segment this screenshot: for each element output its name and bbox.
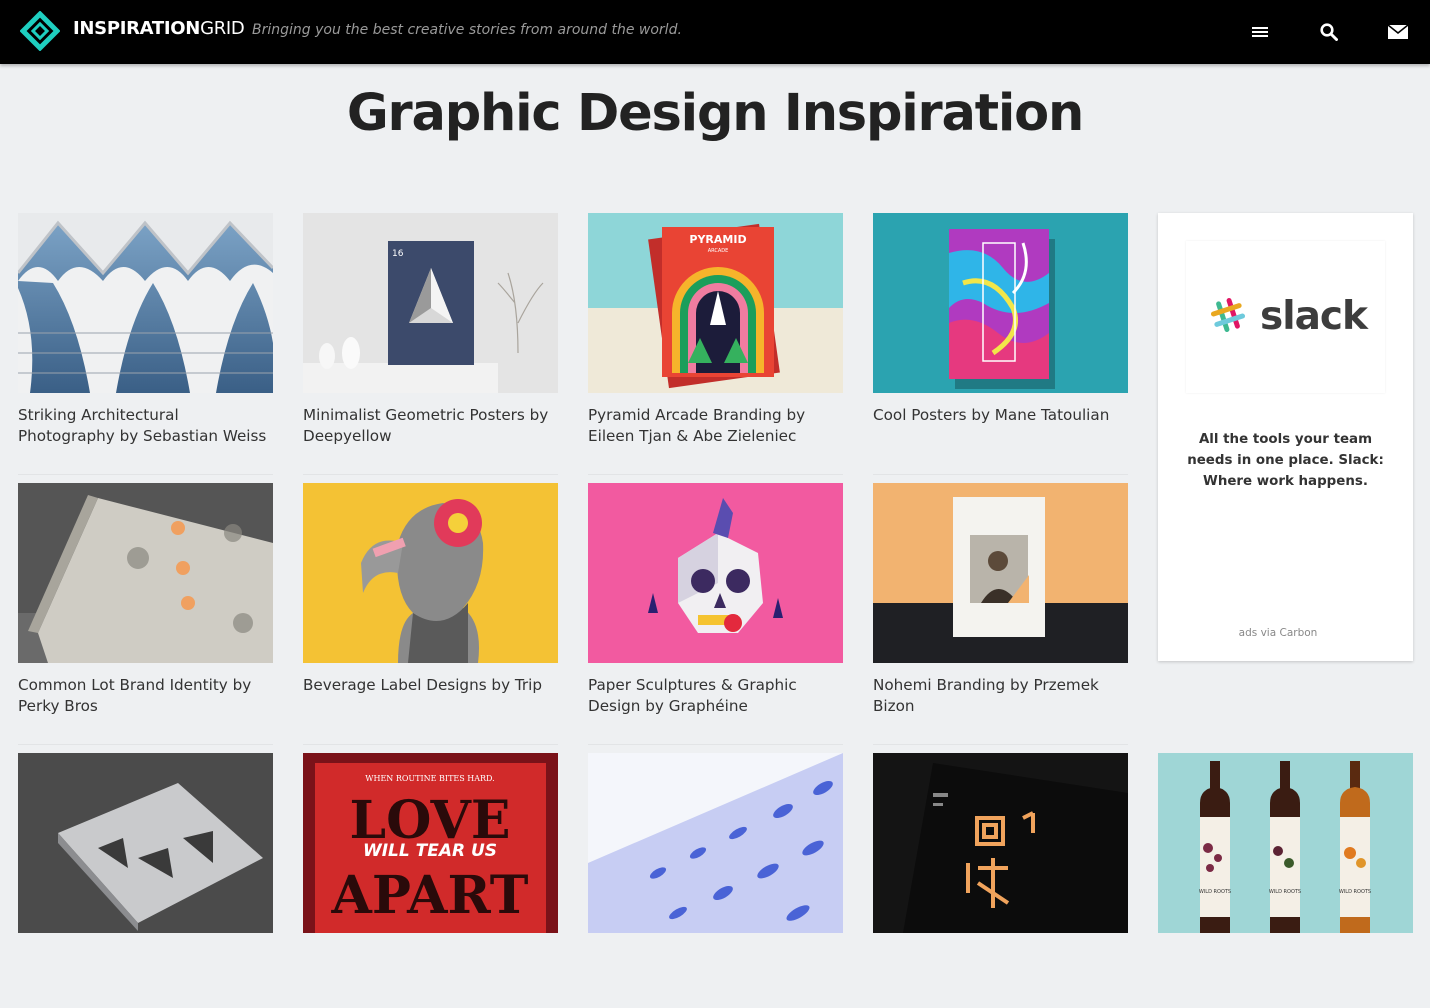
article-title[interactable] xyxy=(588,945,843,1008)
article-thumbnail[interactable]: 16 xyxy=(303,213,558,393)
card-divider xyxy=(588,474,843,475)
article-card[interactable] xyxy=(18,753,273,1008)
slack-logo-icon: slack xyxy=(1210,294,1370,339)
bottle-label: WILD ROOTS xyxy=(1199,889,1231,895)
menu-icon[interactable] xyxy=(1246,18,1274,46)
article-title[interactable]: Striking Architectural Photography by Se… xyxy=(18,405,273,468)
pyramid-subtitle: ARCADE xyxy=(708,248,729,254)
card-divider xyxy=(588,744,843,745)
article-thumbnail[interactable] xyxy=(18,483,273,663)
love-apart: APART xyxy=(330,865,528,926)
article-thumbnail[interactable] xyxy=(303,483,558,663)
article-thumbnail[interactable]: WHEN ROUTINE BITES HARD. LOVE WILL TEAR … xyxy=(303,753,558,933)
article-card[interactable]: PYRAMID ARCADE Pyramid Arcade Branding b… xyxy=(588,213,843,475)
card-divider xyxy=(873,474,1128,475)
article-card[interactable] xyxy=(873,753,1128,1008)
article-thumbnail[interactable] xyxy=(588,753,843,933)
article-card[interactable]: Common Lot Brand Identity by Perky Bros xyxy=(18,483,273,745)
slack-wordmark: slack xyxy=(1260,294,1369,339)
article-title[interactable]: Paper Sculptures & Graphic Design by Gra… xyxy=(588,675,843,738)
article-card[interactable]: Paper Sculptures & Graphic Design by Gra… xyxy=(588,483,843,745)
brand-wordmark[interactable]: INSPIRATIONGRID xyxy=(73,18,245,39)
search-icon[interactable] xyxy=(1315,18,1343,46)
inspirationgrid-logo-icon[interactable] xyxy=(20,11,60,51)
card-divider xyxy=(303,474,558,475)
article-card[interactable] xyxy=(588,753,843,1008)
article-card[interactable]: Striking Architectural Photography by Se… xyxy=(18,213,273,475)
article-title[interactable] xyxy=(303,945,558,1008)
carbon-ad[interactable]: slack All the tools your team needs in o… xyxy=(1158,213,1413,661)
card-divider xyxy=(18,474,273,475)
mail-icon[interactable] xyxy=(1384,18,1412,46)
article-title[interactable]: Cool Posters by Mane Tatoulian xyxy=(873,405,1128,468)
site-tagline: Bringing you the best creative stories f… xyxy=(252,22,682,38)
article-title[interactable]: Minimalist Geometric Posters by Deepyell… xyxy=(303,405,558,468)
article-thumbnail[interactable]: PYRAMID ARCADE xyxy=(588,213,843,393)
article-card[interactable]: Cool Posters by Mane Tatoulian xyxy=(873,213,1128,475)
article-title[interactable]: Nohemi Branding by Przemek Bizon xyxy=(873,675,1128,738)
love-middle: WILL TEAR US xyxy=(363,841,497,861)
card-divider xyxy=(18,744,273,745)
bottle-label: WILD ROOTS xyxy=(1269,889,1301,895)
article-thumbnail[interactable] xyxy=(588,483,843,663)
bottle-label: WILD ROOTS xyxy=(1339,889,1371,895)
article-thumbnail[interactable] xyxy=(18,213,273,393)
ad-logo-box[interactable]: slack xyxy=(1186,241,1385,393)
article-title[interactable]: Beverage Label Designs by Trip xyxy=(303,675,558,738)
ad-text[interactable]: All the tools your team needs in one pla… xyxy=(1178,429,1393,492)
ads-via-carbon-link[interactable]: ads via Carbon xyxy=(1158,627,1398,639)
article-thumbnail[interactable] xyxy=(873,213,1128,393)
brand-light: GRID xyxy=(200,18,245,39)
article-title[interactable]: Pyramid Arcade Branding by Eileen Tjan &… xyxy=(588,405,843,468)
top-navigation-bar: INSPIRATIONGRID Bringing you the best cr… xyxy=(0,0,1430,64)
article-thumbnail[interactable] xyxy=(873,753,1128,933)
article-thumbnail[interactable] xyxy=(18,753,273,933)
article-title[interactable]: Common Lot Brand Identity by Perky Bros xyxy=(18,675,273,738)
article-title[interactable] xyxy=(873,945,1128,1008)
article-thumbnail[interactable]: WILD ROOTS WILD ROOTS WILD ROOTS xyxy=(1158,753,1413,933)
pyramid-title: PYRAMID xyxy=(689,233,746,246)
page-title: Graphic Design Inspiration xyxy=(346,84,1084,143)
poster-number: 16 xyxy=(392,249,404,259)
article-thumbnail[interactable] xyxy=(873,483,1128,663)
article-card[interactable]: Nohemi Branding by Przemek Bizon xyxy=(873,483,1128,745)
card-divider xyxy=(873,744,1128,745)
article-card[interactable]: WILD ROOTS WILD ROOTS WILD ROOTS xyxy=(1158,753,1413,1008)
card-divider xyxy=(303,744,558,745)
love-tagline: WHEN ROUTINE BITES HARD. xyxy=(365,774,494,783)
brand-bold: INSPIRATION xyxy=(73,18,201,39)
article-title[interactable] xyxy=(1158,945,1413,1008)
article-card[interactable]: Beverage Label Designs by Trip xyxy=(303,483,558,745)
article-title[interactable] xyxy=(18,945,273,1008)
article-card[interactable]: WHEN ROUTINE BITES HARD. LOVE WILL TEAR … xyxy=(303,753,558,1008)
article-card[interactable]: 16 Minimalist Geometric Posters by Deepy… xyxy=(303,213,558,475)
